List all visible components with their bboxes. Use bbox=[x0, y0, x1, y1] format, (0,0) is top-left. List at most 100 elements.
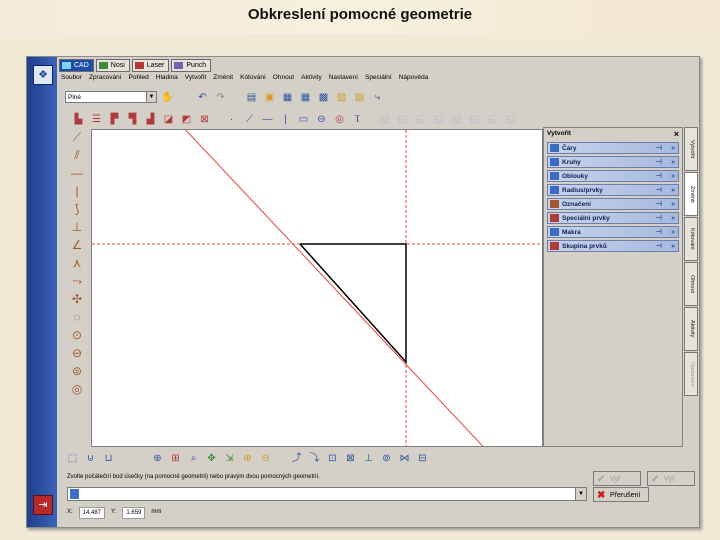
expand-icon[interactable]: » bbox=[671, 241, 675, 253]
close-icon[interactable]: × bbox=[674, 128, 679, 140]
export-icon[interactable]: ▧ bbox=[334, 90, 349, 105]
rectangle-tool-icon[interactable]: ▭ bbox=[296, 112, 311, 127]
construction-angle-icon[interactable]: ▜ bbox=[125, 112, 140, 127]
menu-item-aktivity[interactable]: Aktivity bbox=[301, 72, 322, 83]
ok-button-disabled[interactable]: ✓ Výř bbox=[593, 471, 641, 486]
construction-tangent-icon[interactable]: ◪ bbox=[161, 112, 176, 127]
expand-icon[interactable]: » bbox=[671, 227, 675, 239]
chevron-down-icon[interactable]: ▼ bbox=[575, 488, 586, 500]
point-tool-icon[interactable]: · bbox=[224, 112, 239, 127]
snap-quadrant-icon[interactable]: ⊟ bbox=[415, 451, 430, 466]
pin-icon[interactable]: ⊣ bbox=[656, 143, 662, 155]
side-tab-kotovani[interactable]: Kótování bbox=[684, 217, 698, 261]
layer-tool-icon[interactable]: ✋ bbox=[160, 90, 175, 105]
menu-item-napoveda[interactable]: Nápověda bbox=[399, 72, 429, 83]
pin-icon[interactable]: ⊣ bbox=[656, 199, 662, 211]
tab-punch[interactable]: Punch bbox=[171, 59, 212, 72]
panel-item-lines[interactable]: Čáry ⊣» bbox=[547, 142, 679, 154]
circle-diameter-icon[interactable]: ⊖ bbox=[69, 345, 85, 361]
menu-item-kotovani[interactable]: Kótování bbox=[240, 72, 266, 83]
snap-grid-icon[interactable]: ⊍ bbox=[83, 451, 98, 466]
menu-item-vytvorit[interactable]: Vytvořit bbox=[185, 72, 206, 83]
pin-icon[interactable]: ⊣ bbox=[656, 241, 662, 253]
tab-cad[interactable]: CAD bbox=[59, 59, 94, 72]
tab-nosi[interactable]: Nosi bbox=[95, 59, 130, 72]
angle-line-icon[interactable]: ∠ bbox=[69, 237, 85, 253]
menu-item-hladina[interactable]: Hladina bbox=[156, 72, 178, 83]
perpendicular-icon[interactable]: ⊥ bbox=[69, 219, 85, 235]
snap-center-icon[interactable]: ⊡ bbox=[325, 451, 340, 466]
vertical-icon[interactable]: | bbox=[69, 183, 85, 199]
construction-delete-icon[interactable]: ⊠ bbox=[197, 112, 212, 127]
interrupt-button[interactable]: ✖ Přerušení bbox=[593, 487, 649, 502]
menu-item-ohnout[interactable]: Ohnout bbox=[273, 72, 294, 83]
side-tab-aktivity[interactable]: Aktivity bbox=[684, 307, 698, 351]
snap-mid-icon[interactable]: ⤵ bbox=[307, 451, 322, 466]
drawing-canvas[interactable] bbox=[91, 129, 543, 447]
redo-icon[interactable]: ↷ bbox=[213, 90, 228, 105]
snap-5-icon[interactable]: ◱ bbox=[449, 112, 464, 127]
ortho-icon[interactable]: ⊔ bbox=[101, 451, 116, 466]
expand-icon[interactable]: » bbox=[671, 157, 675, 169]
concentric-icon[interactable]: ◎ bbox=[69, 381, 85, 397]
zoom-window-icon[interactable]: ⊕ bbox=[150, 451, 165, 466]
undo-icon[interactable]: ↶ bbox=[195, 90, 210, 105]
pin-icon[interactable]: ⊣ bbox=[656, 227, 662, 239]
menu-item-nastaveni[interactable]: Nastavení bbox=[329, 72, 358, 83]
bisector-icon[interactable]: ⋏ bbox=[69, 255, 85, 271]
panel-item-circles[interactable]: Kruhy ⊣» bbox=[547, 156, 679, 168]
panel-item-macros[interactable]: Makra ⊣» bbox=[547, 226, 679, 238]
line-two-points-icon[interactable]: ⟋ bbox=[69, 129, 85, 145]
panel-item-arcs[interactable]: Oblouky ⊣» bbox=[547, 170, 679, 182]
save-icon[interactable]: ▦ bbox=[280, 90, 295, 105]
tab-laser[interactable]: Laser bbox=[131, 59, 170, 72]
construction-circle-icon[interactable]: ◩ bbox=[179, 112, 194, 127]
circle-center-icon[interactable]: ⊙ bbox=[69, 327, 85, 343]
menu-item-zpracovani[interactable]: Zpracování bbox=[89, 72, 122, 83]
snap-3-icon[interactable]: ◱ bbox=[413, 112, 428, 127]
snap-2-icon[interactable]: ◱ bbox=[395, 112, 410, 127]
zoom-in-icon[interactable]: ⊕ bbox=[240, 451, 255, 466]
open-file-icon[interactable]: ▣ bbox=[262, 90, 277, 105]
snap-intersection-icon[interactable]: ⊠ bbox=[343, 451, 358, 466]
circle-tangent-icon[interactable]: ⊜ bbox=[69, 363, 85, 379]
chevron-down-icon[interactable]: ▼ bbox=[146, 92, 156, 102]
expand-icon[interactable]: » bbox=[671, 143, 675, 155]
expand-icon[interactable]: » bbox=[671, 171, 675, 183]
panel-item-radius[interactable]: Radius/prvky ⊣» bbox=[547, 184, 679, 196]
measure-icon[interactable]: ⇲ bbox=[222, 451, 237, 466]
cross-icon[interactable]: ✣ bbox=[69, 291, 85, 307]
expand-icon[interactable]: » bbox=[671, 213, 675, 225]
vertical-line-icon[interactable]: | bbox=[278, 112, 293, 127]
expand-icon[interactable]: » bbox=[671, 185, 675, 197]
menu-item-pohled[interactable]: Pohled bbox=[129, 72, 149, 83]
pin-icon[interactable]: ⊣ bbox=[656, 157, 662, 169]
pin-icon[interactable]: ⊣ bbox=[656, 171, 662, 183]
zoom-out-icon[interactable]: ⊖ bbox=[258, 451, 273, 466]
text-tool-icon[interactable]: Ⲧ bbox=[350, 112, 365, 127]
import-icon[interactable]: ▨ bbox=[352, 90, 367, 105]
arc-tool-icon[interactable]: ◎ bbox=[332, 112, 347, 127]
pan-icon[interactable]: ✥ bbox=[204, 451, 219, 466]
circle-tool-icon[interactable]: ⊖ bbox=[314, 112, 329, 127]
snap-7-icon[interactable]: ◱ bbox=[485, 112, 500, 127]
construction-horizontal-icon[interactable]: ☰ bbox=[89, 112, 104, 127]
ok-button[interactable]: ✓ Výř bbox=[647, 471, 695, 486]
select-icon[interactable]: ⬚ bbox=[65, 451, 80, 466]
snap-end-icon[interactable]: ⤴ bbox=[289, 451, 304, 466]
print-icon[interactable]: ▩ bbox=[316, 90, 331, 105]
expand-icon[interactable]: » bbox=[671, 199, 675, 211]
side-tab-vytvorit[interactable]: Vytvořit bbox=[684, 127, 698, 171]
zoom-icon[interactable]: ⌕ bbox=[186, 451, 201, 466]
panel-item-special[interactable]: Speciální prvky ⊣» bbox=[547, 212, 679, 224]
tangent-arc-icon[interactable]: ⟆ bbox=[69, 201, 85, 217]
trace-icon[interactable]: ⤳ bbox=[69, 273, 85, 289]
snap-tangent-icon[interactable]: ⊚ bbox=[379, 451, 394, 466]
command-input[interactable]: ▼ bbox=[67, 487, 587, 501]
pin-icon[interactable]: ⊣ bbox=[656, 185, 662, 197]
menu-item-zmenit[interactable]: Změnit bbox=[213, 72, 233, 83]
construction-parallel-icon[interactable]: ▙ bbox=[71, 112, 86, 127]
help-pointer-icon[interactable]: ⤷ bbox=[370, 90, 385, 105]
snap-8-icon[interactable]: ◱ bbox=[503, 112, 518, 127]
menu-item-specialni[interactable]: Speciální bbox=[365, 72, 392, 83]
